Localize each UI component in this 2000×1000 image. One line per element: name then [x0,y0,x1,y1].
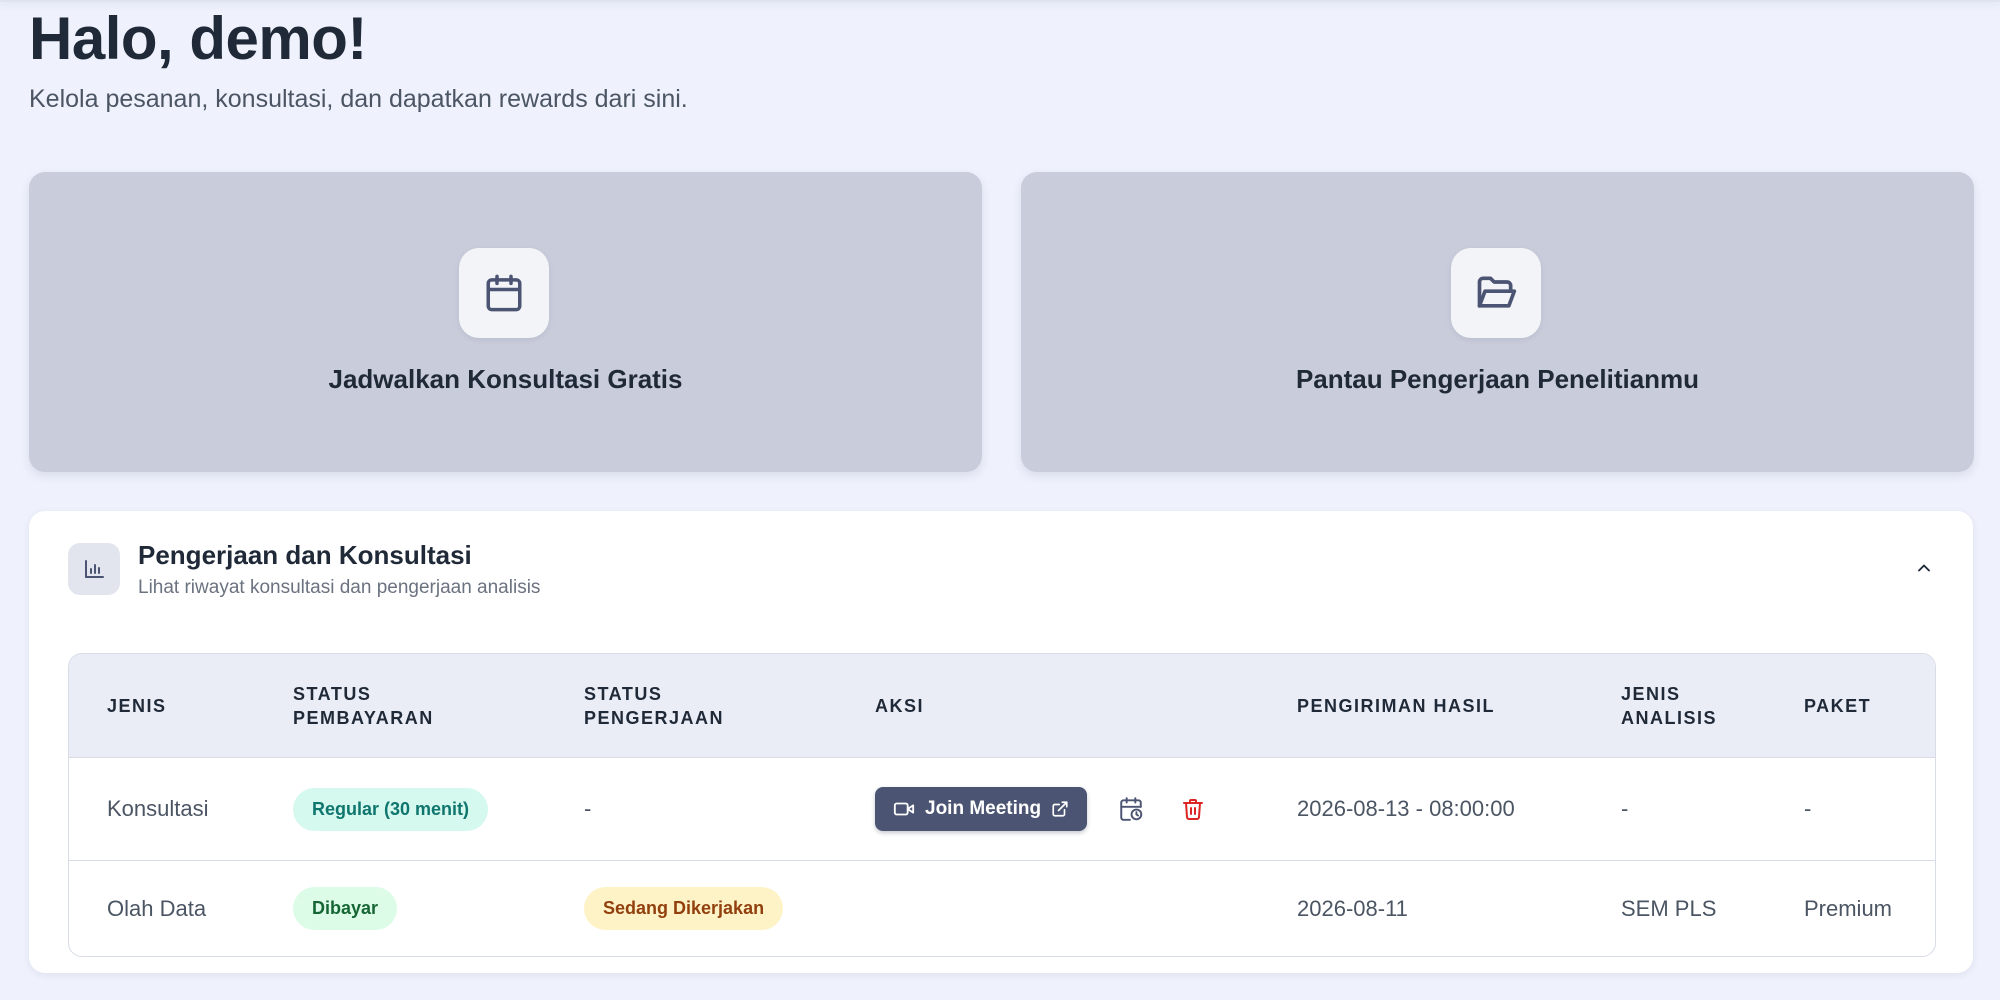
monitor-research-card[interactable]: Pantau Pengerjaan Penelitianmu [1021,172,1974,472]
panel-subtitle: Lihat riwayat konsultasi dan pengerjaan … [138,577,541,598]
cell-pengiriman-hasil: 2026-08-13 - 08:00:00 [1297,796,1515,821]
work-consultation-panel: Pengerjaan dan Konsultasi Lihat riwayat … [29,511,1973,973]
cell-jenis: Konsultasi [107,796,209,821]
cell-jenis-analisis: SEM PLS [1621,895,1717,921]
cell-paket: - [1804,796,1812,821]
header-status-pengerjaan: STATUS PENGERJAAN [584,683,725,728]
header-aksi: AKSI [875,695,925,716]
page-subtitle: Kelola pesanan, konsultasi, dan dapatkan… [29,85,688,113]
cell-status-pembayaran: Dibayar [293,861,398,956]
header-pengiriman-hasil: PENGIRIMAN HASIL [1297,695,1496,716]
calendar-icon [459,248,549,338]
chevron-up-icon[interactable] [1909,553,1939,583]
folder-open-icon [1451,248,1541,338]
cell-jenis-analisis: - [1621,796,1629,821]
cell-status-pembayaran: Regular (30 menit) [293,758,489,860]
orders-table: JENIS STATUS PEMBAYARAN STATUS PENGERJAAN … [68,653,1936,957]
schedule-consultation-card[interactable]: Jadwalkan Konsultasi Gratis [29,172,982,472]
cell-status-pengerjaan: - [584,796,592,821]
cell-status-pengerjaan: Sedang Dikerjakan [584,861,784,956]
external-link-icon [1051,800,1069,818]
table-row: Olah Data Dibayar Sedang Dikerjakan 2026… [69,861,1935,956]
join-meeting-label: Join Meeting [925,798,1042,819]
cell-aksi: Join Meeting [875,758,1211,860]
trash-icon[interactable] [1175,791,1211,827]
header-paket: PAKET [1804,695,1872,716]
header-status-pembayaran: STATUS PEMBAYARAN [293,683,434,728]
reschedule-icon[interactable] [1113,791,1149,827]
top-bar-shadow [0,0,2000,2]
header-jenis: JENIS [107,695,167,716]
panel-title: Pengerjaan dan Konsultasi [138,540,472,570]
header-jenis-analisis: JENIS ANALISIS [1621,683,1718,728]
cell-paket: Premium [1804,895,1893,921]
table-header: JENIS STATUS PEMBAYARAN STATUS PENGERJAAN … [69,654,1935,758]
status-badge: Sedang Dikerjakan [584,887,784,930]
join-meeting-button[interactable]: Join Meeting [875,787,1088,831]
cell-pengiriman-hasil: 2026-08-11 [1297,895,1408,921]
video-icon [893,798,915,820]
table-row: Konsultasi Regular (30 menit) - Join Mee… [69,758,1935,861]
card-label: Jadwalkan Konsultasi Gratis [328,364,683,394]
cell-jenis: Olah Data [107,895,207,921]
bar-chart-icon [68,543,120,595]
status-badge: Regular (30 menit) [293,787,489,831]
card-label: Pantau Pengerjaan Penelitianmu [1295,364,1700,394]
page-title: Halo, demo! [29,5,367,72]
status-badge: Dibayar [293,887,398,930]
